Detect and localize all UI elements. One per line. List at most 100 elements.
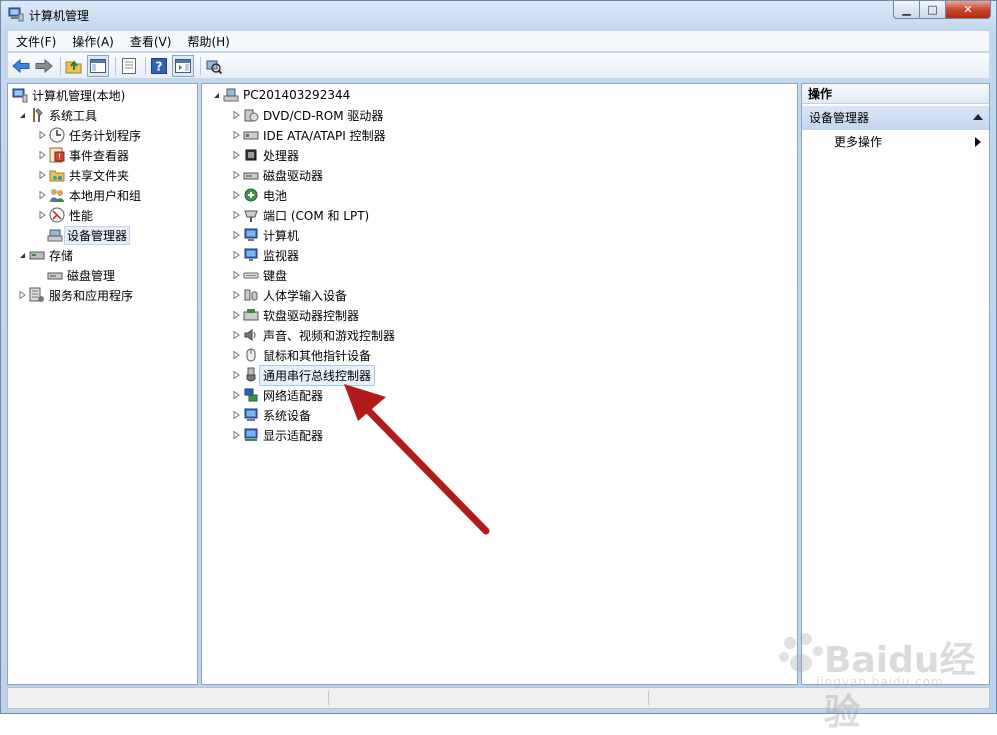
tree-item-local-users[interactable]: 本地用户和组 <box>37 185 141 205</box>
floppy-controller-icon <box>243 309 259 321</box>
collapsed-arrow-icon[interactable] <box>231 190 241 200</box>
collapsed-arrow-icon[interactable] <box>37 190 47 200</box>
device-category-row[interactable]: DVD/CD-ROM 驱动器 <box>231 105 383 125</box>
menu-action[interactable]: 操作(A) <box>64 33 122 50</box>
device-category-row[interactable]: 计算机 <box>231 225 299 245</box>
menu-help[interactable]: 帮助(H) <box>179 33 237 50</box>
tree-label-event-viewer: 事件查看器 <box>69 148 130 163</box>
device-category-label: 监视器 <box>263 248 300 263</box>
performance-icon <box>49 207 65 223</box>
device-category-label: 显示适配器 <box>263 428 324 443</box>
tree-item-event-viewer[interactable]: ! 事件查看器 <box>37 145 129 165</box>
collapsed-arrow-icon[interactable] <box>231 410 241 420</box>
collapsed-arrow-icon[interactable] <box>231 270 241 280</box>
collapsed-arrow-icon[interactable] <box>231 430 241 440</box>
collapsed-arrow-icon[interactable] <box>231 110 241 120</box>
collapsed-arrow-icon[interactable] <box>231 250 241 260</box>
device-category-row[interactable]: 声音、视频和游戏控制器 <box>231 325 395 345</box>
scan-hardware-button[interactable] <box>204 56 224 76</box>
show-action-pane-button[interactable] <box>172 54 194 77</box>
tree-item-shared-folders[interactable]: 共享文件夹 <box>37 165 129 185</box>
collapsed-arrow-icon[interactable] <box>231 170 241 180</box>
collapsed-arrow-icon[interactable] <box>37 210 47 220</box>
device-category-row[interactable]: 通用串行总线控制器 <box>231 364 376 386</box>
export-list-button[interactable] <box>119 56 139 76</box>
device-category-row[interactable]: 软盘驱动器控制器 <box>231 305 359 325</box>
more-actions-item[interactable]: 更多操作 <box>802 132 989 152</box>
actions-section-label: 设备管理器 <box>809 111 870 125</box>
device-category-row[interactable]: 电池 <box>231 185 287 205</box>
device-category-label: 电池 <box>263 188 288 203</box>
close-icon: ✕ <box>963 3 973 16</box>
expanded-arrow-icon[interactable] <box>17 110 27 120</box>
disk-management-icon <box>47 272 63 280</box>
device-category-row[interactable]: 人体学输入设备 <box>231 285 347 305</box>
back-button[interactable] <box>11 56 31 76</box>
collapsed-arrow-icon[interactable] <box>231 350 241 360</box>
collapsed-arrow-icon[interactable] <box>17 290 27 300</box>
device-category-label: 磁盘驱动器 <box>263 168 324 183</box>
expanded-arrow-icon[interactable] <box>17 250 27 260</box>
device-tree-computer-name: PC201403292344 <box>243 88 351 102</box>
actions-section-device-manager[interactable]: 设备管理器 <box>802 106 989 130</box>
show-hide-tree-button[interactable] <box>87 54 109 77</box>
device-category-row[interactable]: 端口 (COM 和 LPT) <box>231 205 369 225</box>
tree-item-device-manager[interactable]: 设备管理器 <box>47 225 131 245</box>
minimize-button[interactable]: ▁ <box>893 1 920 19</box>
device-category-row[interactable]: 系统设备 <box>231 405 311 425</box>
device-category-row[interactable]: IDE ATA/ATAPI 控制器 <box>231 125 386 145</box>
toolbar-separator <box>115 56 116 75</box>
scan-hardware-icon <box>206 60 222 74</box>
device-tree-pane[interactable]: PC201403292344 DVD/CD-ROM 驱动器 IDE ATA/ATA… <box>201 83 798 685</box>
computer-management-window: 计算机管理 ▁ □ ✕ 文件(F) 操作(A) 查看(V) 帮助(H) ? 计算… <box>0 0 997 733</box>
tree-label-disk-management: 磁盘管理 <box>67 268 116 283</box>
tree-item-storage[interactable]: 存储 <box>17 245 73 265</box>
device-category-row[interactable]: 监视器 <box>231 245 299 265</box>
collapsed-arrow-icon[interactable] <box>231 390 241 400</box>
menu-file[interactable]: 文件(F) <box>8 33 64 50</box>
device-category-label: 人体学输入设备 <box>263 288 348 303</box>
computer-management-icon <box>8 7 24 22</box>
device-category-label: 通用串行总线控制器 <box>259 364 376 386</box>
device-category-row[interactable]: 磁盘驱动器 <box>231 165 323 185</box>
more-actions-label: 更多操作 <box>834 135 883 149</box>
collapsed-arrow-icon[interactable] <box>231 210 241 220</box>
collapsed-arrow-icon[interactable] <box>231 150 241 160</box>
svg-text:?: ? <box>156 59 163 73</box>
close-button[interactable]: ✕ <box>946 1 991 19</box>
collapsed-arrow-icon[interactable] <box>231 370 241 380</box>
tree-item-system-tools[interactable]: 系统工具 <box>17 105 97 125</box>
window-title: 计算机管理 <box>29 9 90 23</box>
help-button[interactable]: ? <box>149 56 169 76</box>
collapse-up-icon[interactable] <box>973 114 983 120</box>
device-category-row[interactable]: 鼠标和其他指针设备 <box>231 345 371 365</box>
tree-item-disk-management[interactable]: 磁盘管理 <box>47 265 115 285</box>
storage-icon <box>29 251 45 260</box>
tree-item-performance[interactable]: 性能 <box>37 205 93 225</box>
maximize-button[interactable]: □ <box>920 1 946 19</box>
title-bar[interactable]: 计算机管理 ▁ □ ✕ <box>1 1 996 29</box>
device-category-label: 声音、视频和游戏控制器 <box>263 328 396 343</box>
up-button[interactable] <box>64 56 84 76</box>
tree-label-services-apps: 服务和应用程序 <box>49 288 134 303</box>
tree-item-task-scheduler[interactable]: 任务计划程序 <box>37 125 141 145</box>
collapsed-arrow-icon[interactable] <box>37 150 47 160</box>
menu-view[interactable]: 查看(V) <box>122 33 180 50</box>
device-category-row[interactable]: 键盘 <box>231 265 287 285</box>
expanded-arrow-icon[interactable] <box>211 90 221 100</box>
device-category-row[interactable]: 处理器 <box>231 145 299 165</box>
collapsed-arrow-icon[interactable] <box>231 230 241 240</box>
device-category-row[interactable]: 网络适配器 <box>231 385 323 405</box>
collapsed-arrow-icon[interactable] <box>231 330 241 340</box>
collapsed-arrow-icon[interactable] <box>231 310 241 320</box>
console-tree-pane[interactable]: 计算机管理(本地) 系统工具 任务计划程序 ! 事件查看器 共享文件夹 本地用户… <box>7 83 198 685</box>
tree-item-services-apps[interactable]: 服务和应用程序 <box>17 285 133 305</box>
collapsed-arrow-icon[interactable] <box>231 130 241 140</box>
device-tree-root[interactable]: PC201403292344 <box>211 85 350 105</box>
tree-root[interactable]: 计算机管理(本地) <box>12 85 125 105</box>
forward-button[interactable] <box>34 56 54 76</box>
collapsed-arrow-icon[interactable] <box>37 130 47 140</box>
collapsed-arrow-icon[interactable] <box>37 170 47 180</box>
device-category-row[interactable]: 显示适配器 <box>231 425 323 445</box>
collapsed-arrow-icon[interactable] <box>231 290 241 300</box>
